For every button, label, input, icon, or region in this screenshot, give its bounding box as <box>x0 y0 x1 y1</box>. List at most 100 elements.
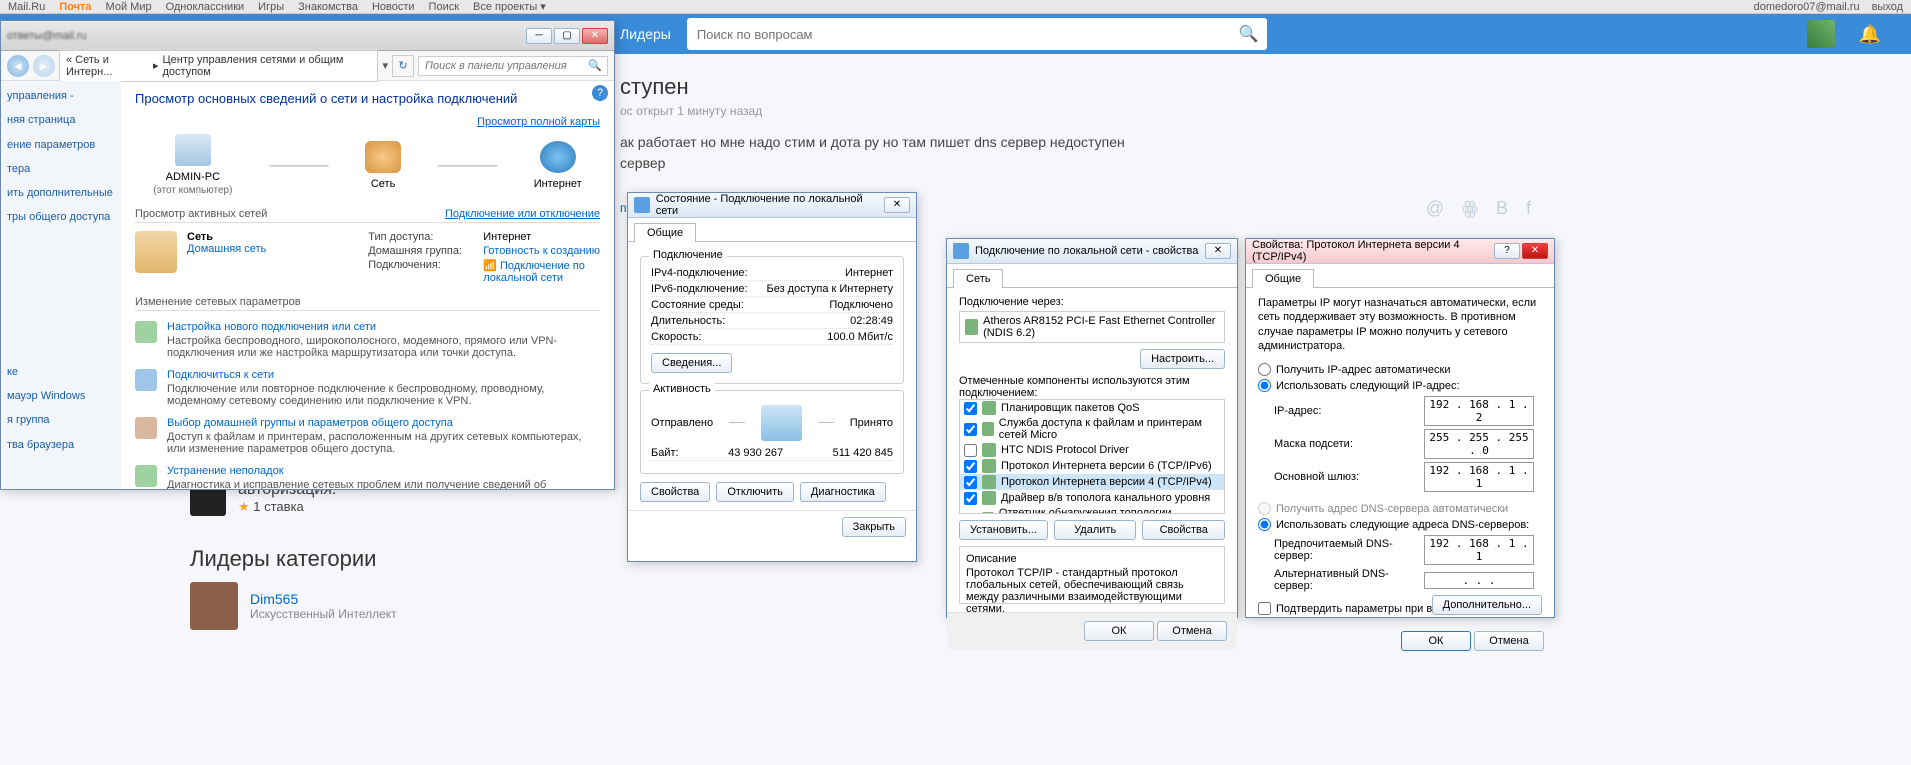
close-button[interactable]: ✕ <box>1205 243 1231 259</box>
list-item[interactable]: HTC NDIS Protocol Driver <box>960 442 1224 458</box>
close-button[interactable]: ✕ <box>582 28 608 44</box>
component-checkbox[interactable] <box>964 476 977 489</box>
sidebar-item[interactable]: управления - <box>7 89 115 103</box>
advanced-button[interactable]: Дополнительно... <box>1432 595 1542 615</box>
user-email[interactable]: domedoro07@mail.ru <box>1754 1 1860 13</box>
titlebar[interactable]: Подключение по локальной сети - свойства… <box>947 239 1237 264</box>
close-button[interactable]: ✕ <box>884 197 910 213</box>
topbar-item[interactable]: Все проекты ▾ <box>473 0 546 13</box>
task-title[interactable]: Устранение неполадок <box>167 465 600 477</box>
sidebar-item[interactable]: ение параметров <box>7 138 115 152</box>
task-item[interactable]: Подключиться к сетиПодключение или повто… <box>135 369 600 407</box>
sidebar-item[interactable]: ить дополнительные <box>7 186 115 200</box>
cancel-button[interactable]: Отмена <box>1157 621 1227 641</box>
list-item[interactable]: Служба доступа к файлам и принтерам сете… <box>960 416 1224 442</box>
sidebar-item[interactable]: мауэр Windows <box>7 389 115 403</box>
cp-search-input[interactable] <box>418 56 608 76</box>
radio-auto-ip[interactable]: Получить IP-адрес автоматически <box>1258 363 1542 376</box>
tab-general[interactable]: Общие <box>634 223 696 242</box>
component-checkbox[interactable] <box>964 492 977 505</box>
breadcrumb-part[interactable]: Центр управления сетями и общим доступом <box>163 54 372 78</box>
cancel-button[interactable]: Отмена <box>1474 631 1544 651</box>
details-button[interactable]: Сведения... <box>651 353 732 373</box>
dns2-input[interactable]: . . . <box>1424 572 1534 589</box>
task-title[interactable]: Настройка нового подключения или сети <box>167 321 600 333</box>
node-internet[interactable]: Интернет <box>534 141 582 190</box>
refresh-button[interactable]: ↻ <box>392 55 414 77</box>
topbar-item[interactable]: Новости <box>372 1 415 13</box>
breadcrumb-part[interactable]: « Сеть и Интерн... <box>66 54 149 78</box>
logout-link[interactable]: выход <box>1872 1 1903 13</box>
component-checkbox[interactable] <box>964 402 977 415</box>
avatar[interactable] <box>1807 20 1835 48</box>
search-icon[interactable]: 🔍 <box>1231 24 1267 44</box>
component-checkbox[interactable] <box>964 423 977 436</box>
component-checkbox[interactable] <box>964 444 977 457</box>
topbar-item[interactable]: Одноклассники <box>166 1 245 13</box>
topbar-item[interactable]: Знакомства <box>298 1 358 13</box>
topbar-item[interactable]: Mail.Ru <box>8 1 45 13</box>
connect-disconnect-link[interactable]: Подключение или отключение <box>445 208 600 220</box>
help-button[interactable]: ? <box>1494 243 1520 259</box>
remove-button[interactable]: Удалить <box>1054 520 1137 540</box>
prop-val-link[interactable]: Готовность к созданию <box>483 245 600 257</box>
confirm-checkbox[interactable] <box>1258 602 1271 615</box>
components-list[interactable]: Планировщик пакетов QoS Служба доступа к… <box>959 399 1225 514</box>
close-button[interactable]: Закрыть <box>842 517 906 537</box>
search-icon[interactable]: 🔍 <box>588 59 602 72</box>
connection-link[interactable]: локальной сети <box>483 272 563 284</box>
bell-icon[interactable]: 🔔 <box>1859 24 1881 45</box>
node-network[interactable]: Сеть <box>365 141 401 190</box>
search-input[interactable] <box>687 27 1231 42</box>
help-icon[interactable]: ? <box>592 85 608 101</box>
search-box[interactable]: 🔍 <box>687 18 1267 50</box>
vk-icon[interactable]: В <box>1496 198 1508 219</box>
tab-general[interactable]: Общие <box>1252 269 1314 288</box>
topbar-item[interactable]: Мой Мир <box>106 1 152 13</box>
full-map-link[interactable]: Просмотр полной карты <box>477 116 600 128</box>
fb-icon[interactable]: f <box>1526 198 1531 219</box>
tab-network[interactable]: Сеть <box>953 269 1003 288</box>
mask-input[interactable]: 255 . 255 . 255 . 0 <box>1424 429 1534 459</box>
task-item[interactable]: Устранение неполадокДиагностика и исправ… <box>135 465 600 489</box>
diagnose-button[interactable]: Диагностика <box>800 482 886 502</box>
close-button[interactable]: ✕ <box>1522 243 1548 259</box>
forward-button[interactable]: ► <box>33 55 55 77</box>
component-checkbox[interactable] <box>964 513 977 515</box>
component-props-button[interactable]: Свойства <box>1142 520 1225 540</box>
ok-icon[interactable]: ꙮ <box>1462 198 1478 219</box>
radio-manual-dns[interactable]: Использовать следующие адреса DNS-сервер… <box>1258 518 1542 531</box>
list-item[interactable]: Планировщик пакетов QoS <box>960 400 1224 416</box>
node-this-pc[interactable]: ADMIN-PC(этот компьютер) <box>153 134 232 196</box>
ok-button[interactable]: ОК <box>1084 621 1154 641</box>
list-item[interactable]: Драйвер в/в тополога канального уровня <box>960 490 1224 506</box>
task-item[interactable]: Выбор домашней группы и параметров общег… <box>135 417 600 455</box>
gw-input[interactable]: 192 . 168 . 1 . 1 <box>1424 462 1534 492</box>
sidebar-item[interactable]: ке <box>7 365 115 379</box>
configure-button[interactable]: Настроить... <box>1140 349 1225 369</box>
titlebar[interactable]: Состояние - Подключение по локальной сет… <box>628 193 916 218</box>
list-item[interactable]: Протокол Интернета версии 4 (TCP/IPv4) <box>960 474 1224 490</box>
ok-button[interactable]: ОК <box>1401 631 1471 651</box>
properties-button[interactable]: Свойства <box>640 482 710 502</box>
leader-item[interactable]: Dim565 Искусственный Интеллект <box>190 582 590 630</box>
list-item[interactable]: Протокол Интернета версии 6 (TCP/IPv6) <box>960 458 1224 474</box>
disable-button[interactable]: Отключить <box>716 482 794 502</box>
list-item[interactable]: Ответчик обнаружения топологии канальног… <box>960 506 1224 514</box>
dns1-input[interactable]: 192 . 168 . 1 . 1 <box>1424 535 1534 565</box>
component-checkbox[interactable] <box>964 460 977 473</box>
minimize-button[interactable]: ─ <box>526 28 552 44</box>
sidebar-item[interactable]: тры общего доступа <box>7 210 115 224</box>
topbar-item[interactable]: Поиск <box>429 1 459 13</box>
network-type-link[interactable]: Домашняя сеть <box>187 243 348 255</box>
sidebar-item[interactable]: тва браузера <box>7 438 115 452</box>
leaders-link[interactable]: Лидеры <box>620 26 671 42</box>
task-title[interactable]: Подключиться к сети <box>167 369 600 381</box>
radio-manual-ip[interactable]: Использовать следующий IP-адрес: <box>1258 379 1542 392</box>
ip-input[interactable]: 192 . 168 . 1 . 2 <box>1424 396 1534 426</box>
leader-name[interactable]: Dim565 <box>250 591 397 607</box>
breadcrumb[interactable]: « Сеть и Интерн... ▸ Центр управления се… <box>59 50 378 82</box>
task-item[interactable]: Настройка нового подключения или сетиНас… <box>135 321 600 359</box>
install-button[interactable]: Установить... <box>959 520 1048 540</box>
maximize-button[interactable]: ▢ <box>554 28 580 44</box>
